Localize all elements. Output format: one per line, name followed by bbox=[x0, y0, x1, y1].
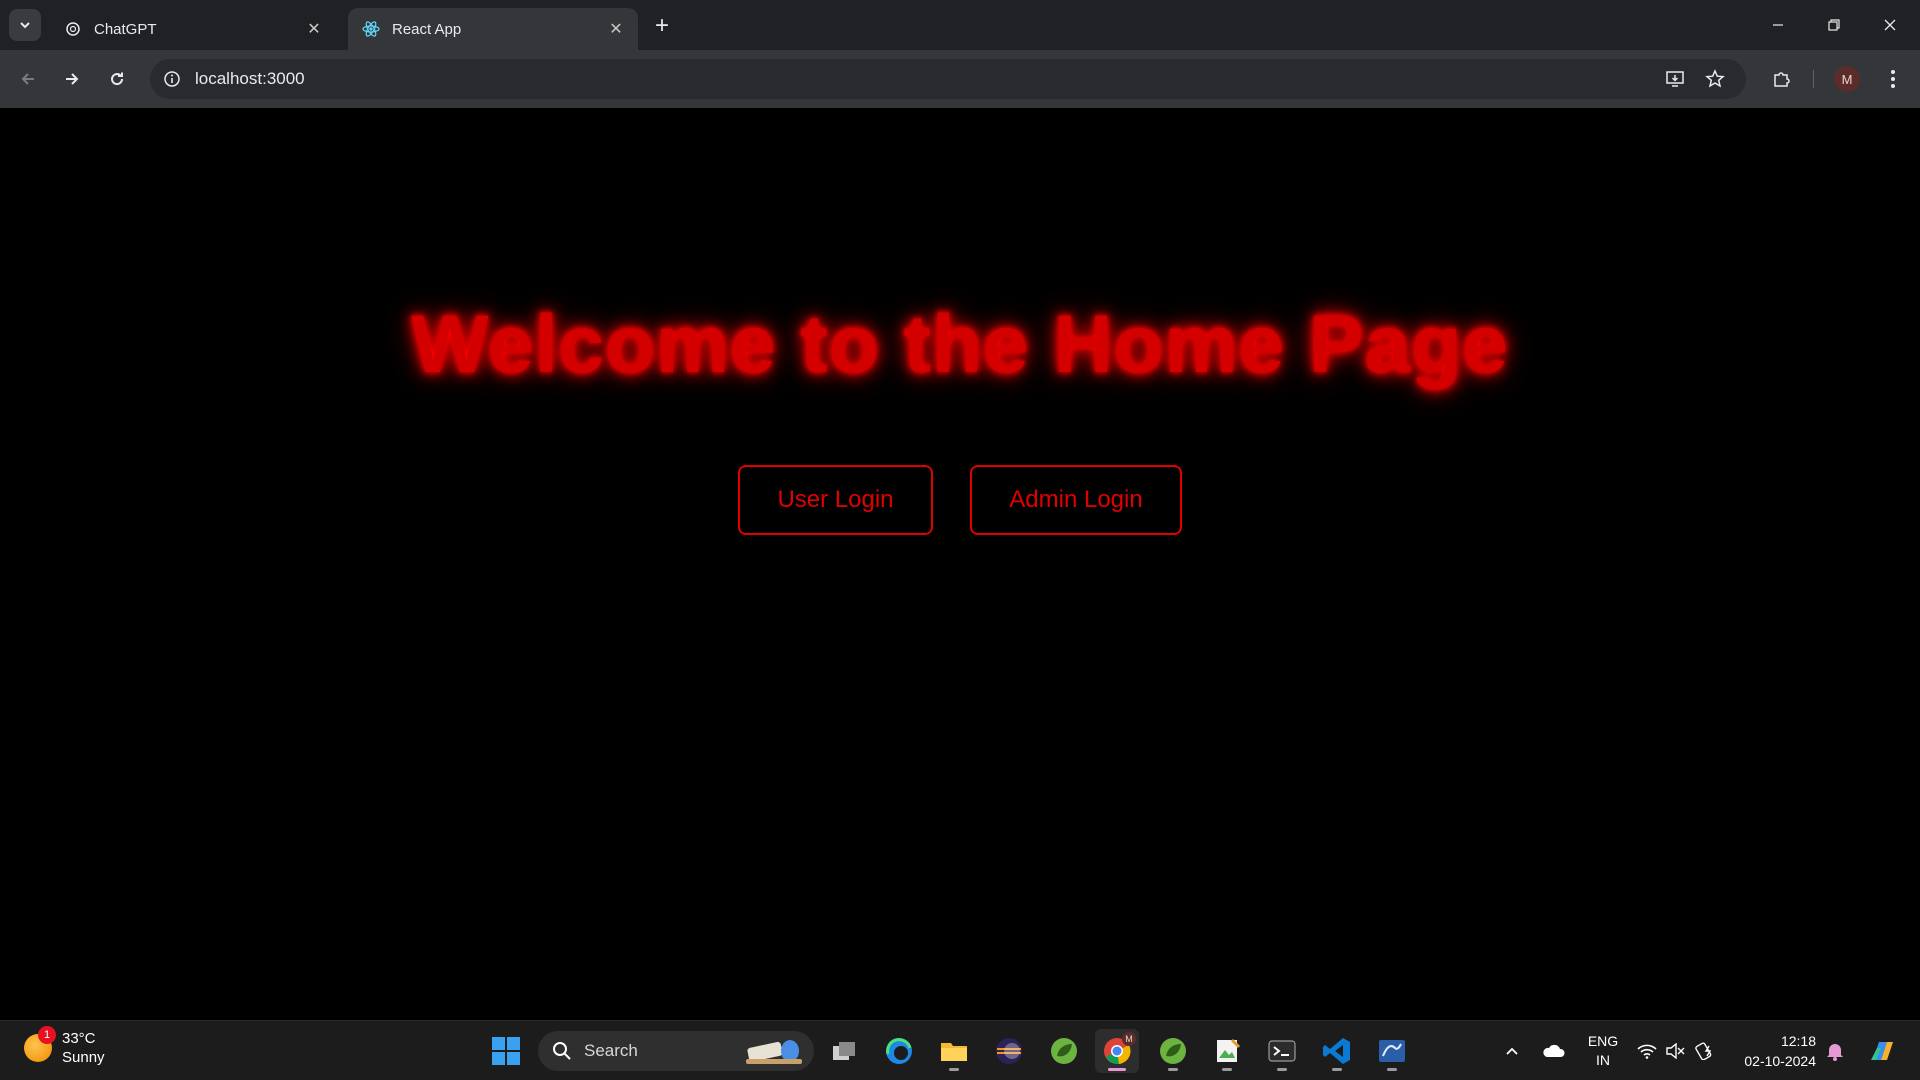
taskbar-app-chrome[interactable]: M bbox=[1095, 1029, 1139, 1073]
spring-leaf-icon bbox=[1160, 1038, 1186, 1064]
user-login-button[interactable]: User Login bbox=[738, 465, 933, 535]
back-arrow-icon bbox=[21, 73, 34, 85]
clock-date: 02-10-2024 bbox=[1744, 1053, 1816, 1069]
weather-temperature: 33°C bbox=[62, 1030, 96, 1047]
reload-button[interactable] bbox=[101, 63, 133, 95]
minimize-icon bbox=[1773, 24, 1783, 26]
battery-charging-icon[interactable] bbox=[1694, 1029, 1716, 1073]
extensions-button[interactable] bbox=[1765, 63, 1797, 95]
search-highlight-icon bbox=[746, 1040, 802, 1064]
taskbar-app-eclipse[interactable] bbox=[987, 1029, 1031, 1073]
notification-badge: 1 bbox=[38, 1026, 56, 1044]
task-view-icon bbox=[833, 1042, 855, 1060]
taskbar-search[interactable]: Search bbox=[538, 1031, 814, 1071]
task-view-button[interactable] bbox=[822, 1029, 866, 1073]
terminal-icon bbox=[1268, 1040, 1296, 1062]
more-vertical-icon bbox=[1891, 70, 1895, 88]
weather-widget[interactable]: 1 33°C Sunny bbox=[24, 1026, 105, 1067]
search-icon bbox=[553, 1042, 571, 1060]
close-icon[interactable]: ✕ bbox=[304, 19, 324, 39]
tab-strip: ChatGPT ✕ React App ✕ + bbox=[0, 0, 1920, 50]
restore-button[interactable] bbox=[1806, 0, 1862, 50]
running-indicator bbox=[1332, 1068, 1342, 1071]
volume-muted-icon[interactable] bbox=[1664, 1029, 1686, 1073]
sun-icon: 1 bbox=[24, 1026, 56, 1062]
profile-button[interactable]: M bbox=[1831, 63, 1863, 95]
admin-login-button[interactable]: Admin Login bbox=[970, 465, 1182, 535]
clock[interactable]: 12:18 02-10-2024 bbox=[1730, 1029, 1816, 1073]
install-app-icon[interactable] bbox=[1660, 64, 1690, 94]
url-text: localhost:3000 bbox=[195, 69, 305, 88]
copilot-icon[interactable] bbox=[1864, 1029, 1900, 1073]
chevron-down-icon bbox=[20, 22, 30, 29]
chrome-profile-badge: M bbox=[1122, 1032, 1136, 1046]
page-title: Welcome to the Home Page bbox=[411, 299, 1509, 390]
react-icon bbox=[362, 20, 380, 38]
back-button[interactable] bbox=[12, 63, 44, 95]
star-icon[interactable] bbox=[1700, 64, 1730, 94]
region-code: IN bbox=[1596, 1052, 1610, 1068]
close-icon bbox=[1884, 19, 1896, 31]
active-indicator bbox=[1108, 1068, 1126, 1071]
taskbar-app-terminal[interactable] bbox=[1260, 1029, 1304, 1073]
address-bar[interactable]: localhost:3000 bbox=[150, 59, 1746, 99]
taskbar-app-edge[interactable] bbox=[877, 1029, 921, 1073]
language-indicator[interactable]: ENG IN bbox=[1586, 1029, 1620, 1073]
puzzle-icon bbox=[1774, 72, 1790, 87]
tab-title: ChatGPT bbox=[94, 20, 157, 38]
page-viewport: Welcome to the Home Page User Login Admi… bbox=[0, 108, 1920, 1020]
chatgpt-icon bbox=[64, 20, 82, 38]
restore-icon bbox=[1828, 19, 1840, 31]
taskbar: 1 33°C Sunny Search M ENG IN 12:18 02-10… bbox=[0, 1020, 1920, 1080]
toolbar-divider bbox=[1813, 70, 1814, 88]
clock-time: 12:18 bbox=[1780, 1033, 1816, 1049]
avatar: M bbox=[1834, 66, 1860, 92]
chevron-up-icon bbox=[1506, 1047, 1518, 1055]
vscode-icon bbox=[1323, 1038, 1350, 1064]
running-indicator bbox=[1222, 1068, 1232, 1071]
forward-arrow-icon bbox=[66, 73, 79, 85]
menu-button[interactable] bbox=[1877, 63, 1909, 95]
start-button[interactable] bbox=[484, 1029, 528, 1073]
taskbar-app-image-editor[interactable] bbox=[1205, 1029, 1249, 1073]
folder-icon bbox=[941, 1043, 967, 1061]
minimize-button[interactable] bbox=[1750, 0, 1806, 50]
close-window-button[interactable] bbox=[1862, 0, 1918, 50]
weather-condition: Sunny bbox=[62, 1049, 105, 1066]
tab-chatgpt[interactable]: ChatGPT ✕ bbox=[50, 8, 336, 50]
notification-bell-icon[interactable] bbox=[1824, 1029, 1846, 1073]
new-tab-button[interactable]: + bbox=[648, 12, 676, 40]
windows-icon bbox=[492, 1037, 520, 1065]
taskbar-app-spring-tools[interactable] bbox=[1042, 1029, 1086, 1073]
taskbar-app-spring-tools-2[interactable] bbox=[1151, 1029, 1195, 1073]
mysql-workbench-icon bbox=[1379, 1040, 1405, 1062]
browser-toolbar: localhost:3000 M bbox=[0, 50, 1920, 108]
taskbar-app-file-explorer[interactable] bbox=[932, 1029, 976, 1073]
forward-button[interactable] bbox=[56, 63, 88, 95]
edge-icon bbox=[886, 1038, 912, 1064]
eclipse-icon bbox=[996, 1038, 1022, 1064]
running-indicator bbox=[1387, 1068, 1397, 1071]
search-label: Search bbox=[584, 1041, 638, 1060]
wifi-icon[interactable] bbox=[1636, 1029, 1658, 1073]
running-indicator bbox=[949, 1068, 959, 1071]
image-editor-icon bbox=[1217, 1038, 1241, 1062]
running-indicator bbox=[1168, 1068, 1178, 1071]
plus-icon: + bbox=[654, 12, 669, 39]
running-indicator bbox=[1277, 1068, 1287, 1071]
reload-icon bbox=[111, 72, 124, 86]
show-hidden-icons-button[interactable] bbox=[1500, 1029, 1524, 1073]
tab-react-app[interactable]: React App ✕ bbox=[348, 8, 638, 50]
taskbar-app-mysql-workbench[interactable] bbox=[1370, 1029, 1414, 1073]
site-info-icon[interactable] bbox=[157, 64, 187, 94]
tab-search-button[interactable] bbox=[9, 9, 41, 41]
onedrive-icon[interactable] bbox=[1538, 1029, 1568, 1073]
spring-leaf-icon bbox=[1051, 1038, 1077, 1064]
taskbar-app-vscode[interactable] bbox=[1315, 1029, 1359, 1073]
language-code: ENG bbox=[1587, 1033, 1619, 1049]
tab-title: React App bbox=[392, 20, 462, 38]
close-icon[interactable]: ✕ bbox=[606, 19, 626, 39]
